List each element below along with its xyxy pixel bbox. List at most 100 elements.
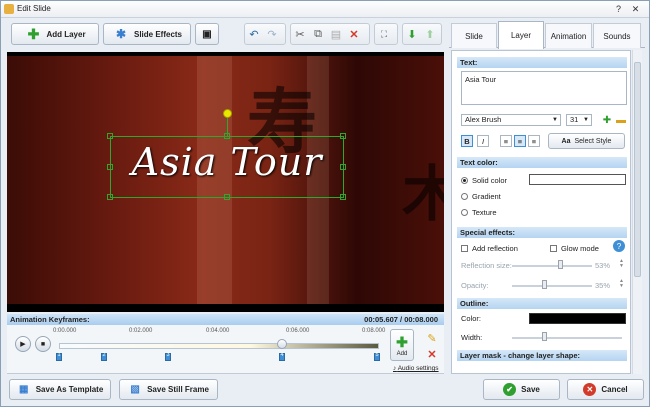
reflection-size-spinner[interactable]: ▲ ▼ [619,259,624,269]
italic-button[interactable]: I [477,135,489,147]
plus-icon: ✚ [396,333,408,350]
opacity-thumb[interactable] [542,280,547,289]
save-button[interactable]: ✔ Save [483,379,560,400]
close-icon[interactable]: ✕ [629,3,642,15]
opacity-spinner[interactable]: ▲ ▼ [619,279,624,289]
slide-effects-button[interactable]: ✱ Slide Effects [103,23,191,45]
undo-redo-group: ↶ ↷ [244,23,286,45]
add-layer-button[interactable]: ✚ Add Layer [11,23,99,45]
info-icon[interactable]: ? [613,240,625,252]
reflection-size-slider[interactable] [512,265,592,267]
gradient-label: Gradient [472,192,501,201]
timeline-track[interactable] [59,343,379,349]
add-keyframe-button[interactable]: ✚ Add [390,329,414,361]
redo-icon[interactable]: ↷ [263,25,281,43]
undo-icon[interactable]: ↶ [245,25,263,43]
cancel-button[interactable]: ✕ Cancel [567,379,644,400]
chevron-down-icon: ▼ [583,117,589,123]
solid-color-radio[interactable] [461,177,468,184]
layer-order-group: ⬇ ⬆ [402,23,442,45]
resize-handle[interactable] [224,133,230,139]
preview-mode-button[interactable]: ▣ [195,23,219,45]
help-icon[interactable]: ? [612,3,625,15]
properties-scrollbar[interactable] [632,50,642,374]
select-style-button[interactable]: Aa Select Style [548,133,625,149]
edit-slide-window: Edit Slide ? ✕ ✚ Add Layer ✱ Slide Effec… [0,0,650,407]
stop-icon: ■ [40,340,46,348]
text-input[interactable]: Asia Tour [461,71,627,105]
resize-handle[interactable] [340,133,346,139]
texture-radio[interactable] [461,209,468,216]
save-still-frame-button[interactable]: ▧ Save Still Frame [119,379,218,400]
window-title: Edit Slide [17,4,51,13]
move-up-icon[interactable]: ⬆ [421,25,439,43]
time-readout: 00:05.607 / 00:08.000 [364,315,438,324]
layer-properties: Text: Asia Tour Alex Brush ▼ 31 ▼ ✚ ▬ B I … [451,50,631,374]
add-reflection-checkbox[interactable] [461,245,468,252]
text-layer[interactable]: Asia Tour [110,140,344,184]
add-reflection-label: Add reflection [472,244,518,253]
playhead[interactable] [277,339,287,349]
keyframes-header: Animation Keyframes: 00:05.607 / 00:08.0… [7,314,444,325]
keyframe-number: 3 [166,352,170,358]
font-size-value: 31 [570,115,579,124]
tab-slide[interactable]: Slide [451,23,497,48]
rotation-handle[interactable] [223,109,232,118]
bold-button[interactable]: B [461,135,473,147]
delete-icon[interactable]: ✕ [345,25,363,43]
resize-handle[interactable] [340,194,346,200]
opacity-slider[interactable] [512,285,592,287]
outline-color-swatch[interactable] [529,313,626,324]
sparkle-icon: ✱ [115,27,127,41]
fit-dropdown[interactable]: ⛶ [374,23,398,45]
align-left-button[interactable]: ≡ [500,135,512,147]
align-right-button[interactable]: ≡ [528,135,540,147]
slide-preview[interactable]: 寿 木 Asia Tour [7,52,444,312]
align-center-button[interactable]: ≡ [514,135,526,147]
font-select[interactable]: Alex Brush ▼ [461,114,561,126]
properties-panel: Slide Layer Animation Sounds Text: Asia … [449,20,645,374]
tab-animation[interactable]: Animation [545,23,592,48]
keyframe-timeline: ▶ ■ 0:00.000 0:02.000 0:04.000 0:06.000 … [7,325,444,374]
save-as-template-button[interactable]: ▦ Save As Template [9,379,111,400]
glow-mode-checkbox[interactable] [550,245,557,252]
copy-icon[interactable]: ⧉ [309,25,327,43]
outline-header: Outline: [457,298,627,309]
tick-label: 0:06.000 [286,328,310,334]
resize-handle[interactable] [107,194,113,200]
tick-label: 0:08.000 [362,328,386,334]
tab-layer[interactable]: Layer [498,21,544,49]
minus-icon[interactable]: ▬ [612,111,630,129]
cancel-icon: ✕ [583,383,597,396]
opacity-label: Opacity: [461,281,489,290]
resize-handle[interactable] [107,133,113,139]
move-down-icon[interactable]: ⬇ [403,25,421,43]
scrollbar-thumb[interactable] [634,62,641,277]
reflection-size-label: Reflection size: [461,261,512,270]
keyframe-number: 4 [280,352,284,358]
audio-settings-label: Audio settings [397,365,439,372]
stop-button[interactable]: ■ [35,336,51,352]
font-size-select[interactable]: 31 ▼ [566,114,592,126]
main-toolbar: ✚ Add Layer ✱ Slide Effects ▣ ↶ ↷ ✂ ⧉ ▤ … [7,23,444,49]
save-as-template-label: Save As Template [35,385,104,394]
reflection-size-thumb[interactable] [558,260,563,269]
audio-settings-link[interactable]: ♪ Audio settings [393,365,439,372]
outline-width-slider[interactable] [512,337,622,339]
gradient-radio[interactable] [461,193,468,200]
keyframe-number: 2 [102,352,106,358]
play-button[interactable]: ▶ [15,336,31,352]
tick-label: 0:00.000 [53,328,77,334]
resize-handle[interactable] [224,194,230,200]
cut-icon[interactable]: ✂ [291,25,309,43]
solid-color-label: Solid color [472,176,508,185]
glow-mode-label: Glow mode [561,244,599,253]
outline-width-thumb[interactable] [542,332,547,341]
color-swatch[interactable] [529,174,626,185]
tab-sounds[interactable]: Sounds [593,23,641,48]
keyframes-title: Animation Keyframes: [10,315,90,324]
delete-keyframe-icon[interactable]: ✕ [423,345,441,363]
bottom-bar: ▦ Save As Template ▧ Save Still Frame ✔ … [1,376,649,406]
clipboard-group: ✂ ⧉ ▤ ✕ [290,23,370,45]
paste-icon[interactable]: ▤ [327,25,345,43]
